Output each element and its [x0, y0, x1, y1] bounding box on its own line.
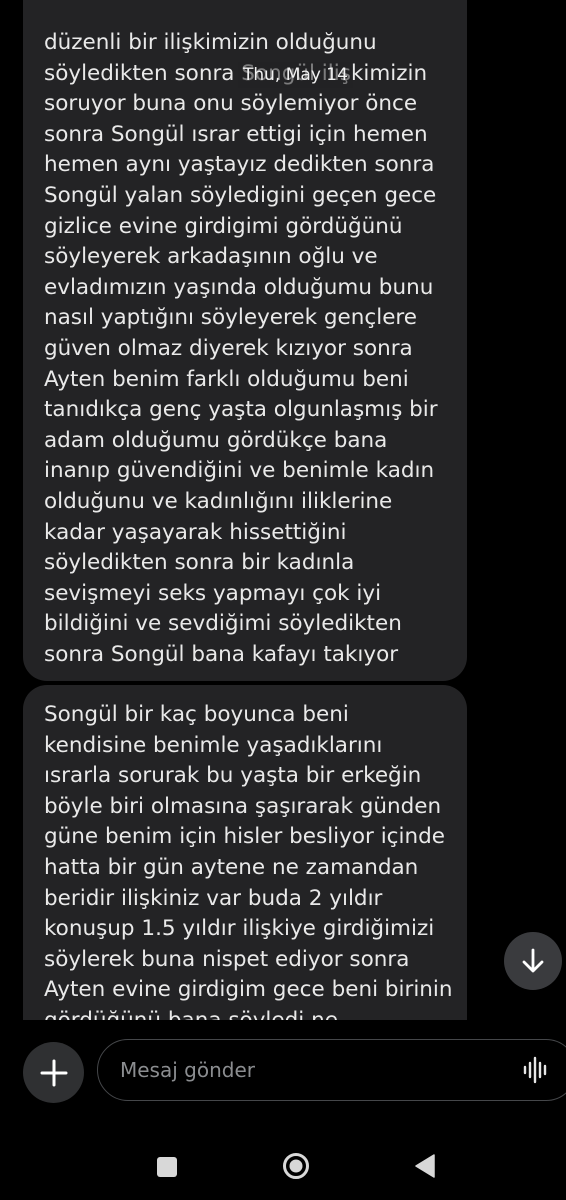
message-line: düzenli bir ilişkimizin olduğunu [44, 30, 377, 55]
message-line: güne benim için hisler besliyor içinde [44, 824, 445, 850]
scroll-to-bottom-button[interactable] [504, 932, 562, 990]
plus-icon [40, 1059, 67, 1086]
recent-apps-square-icon [157, 1157, 177, 1177]
message-line: Songül bir kaç boyunca beni [44, 702, 349, 727]
message-line: sevişmeyi seks yapmayı çok iyi [44, 580, 382, 606]
message-line: kendisine benimle yaşadıklarını [44, 732, 383, 758]
message-line: hatta bir gün aytene ne zamandan [44, 854, 419, 880]
message-line: sonra Songül bana kafayı takıyor [44, 641, 399, 667]
recent-apps-button[interactable] [150, 1150, 184, 1184]
message-line: soruyor buna onu söylemiyor önce [44, 91, 418, 117]
message-line: gördüğünü bana söyledi ne [44, 1006, 447, 1020]
message-line: Ayten benim farklı olduğumu beni [44, 366, 409, 392]
message-line: Ayten evine girdigim gece beni birinin [44, 977, 453, 1003]
date-separator: Thu, May 14 [238, 62, 353, 88]
message-line: kadar yaşayarak hissettiğini [44, 519, 347, 545]
message-line: adam olduğumu gördükçe bana [44, 427, 388, 453]
message-line: sonra Songül ısrar ettigi için hemen [44, 121, 428, 147]
message-line: söyledikten sonra bir kadınla [44, 550, 355, 576]
home-button[interactable] [278, 1148, 314, 1184]
home-circle-icon [283, 1153, 309, 1179]
message-line: böyle biri olmasına şaşırarak günden [44, 793, 442, 819]
message-line: olduğunu ve kadınlığını iliklerine [44, 488, 393, 514]
message-bubble[interactable]: Songül bir kaç boyunca beni kendisine be… [23, 685, 467, 1020]
message-line: inanıp güvendiğini ve benimle kadın [44, 458, 435, 484]
message-bubble[interactable]: düzenli bir ilişkimizin olduğunu söyledi… [23, 0, 467, 681]
message-line: ısrarla sorurak bu yaşta bir erkeğin [44, 763, 422, 789]
message-line: evladımızın yaşında olduğumu bunu [44, 274, 434, 300]
message-line: hemen aynı yaştayız dedikten sonra [44, 152, 435, 178]
system-navigation-bar [0, 1130, 566, 1200]
arrow-down-icon [522, 948, 544, 973]
message-line: tanıdıkça genç yaşta olgunlaşmış bir [44, 397, 438, 423]
message-line: gizlice evine girdigimi gördüğünü [44, 213, 403, 239]
message-line: Songül yalan söyledigini geçen gece [44, 182, 437, 208]
message-line: beridir ilişkiniz var buda 2 yıldır [44, 885, 383, 911]
message-line: güven olmaz diyerek kızıyor sonra [44, 335, 413, 361]
message-line: söyleyerek arkadaşının oğlu ve [44, 244, 378, 270]
message-line: bildiğini ve sevdiğimi söyledikten [44, 611, 402, 637]
message-line: konuşup 1.5 yıldır ilişkiye girdiğimizi [44, 916, 435, 942]
add-attachment-button[interactable] [23, 1042, 84, 1103]
message-input[interactable]: Mesaj gönder [97, 1039, 566, 1101]
chat-screen: düzenli bir ilişkimizin olduğunu söyledi… [0, 0, 566, 1200]
back-button[interactable] [408, 1148, 442, 1184]
back-triangle-icon [415, 1154, 435, 1178]
message-input-placeholder: Mesaj gönder [120, 1058, 255, 1082]
message-line: nasıl yaptığını söyleyerek gençlere [44, 305, 418, 331]
message-line: söylerek buna nispet ediyor sonra [44, 946, 410, 972]
voice-waveform-icon[interactable] [523, 1056, 549, 1084]
